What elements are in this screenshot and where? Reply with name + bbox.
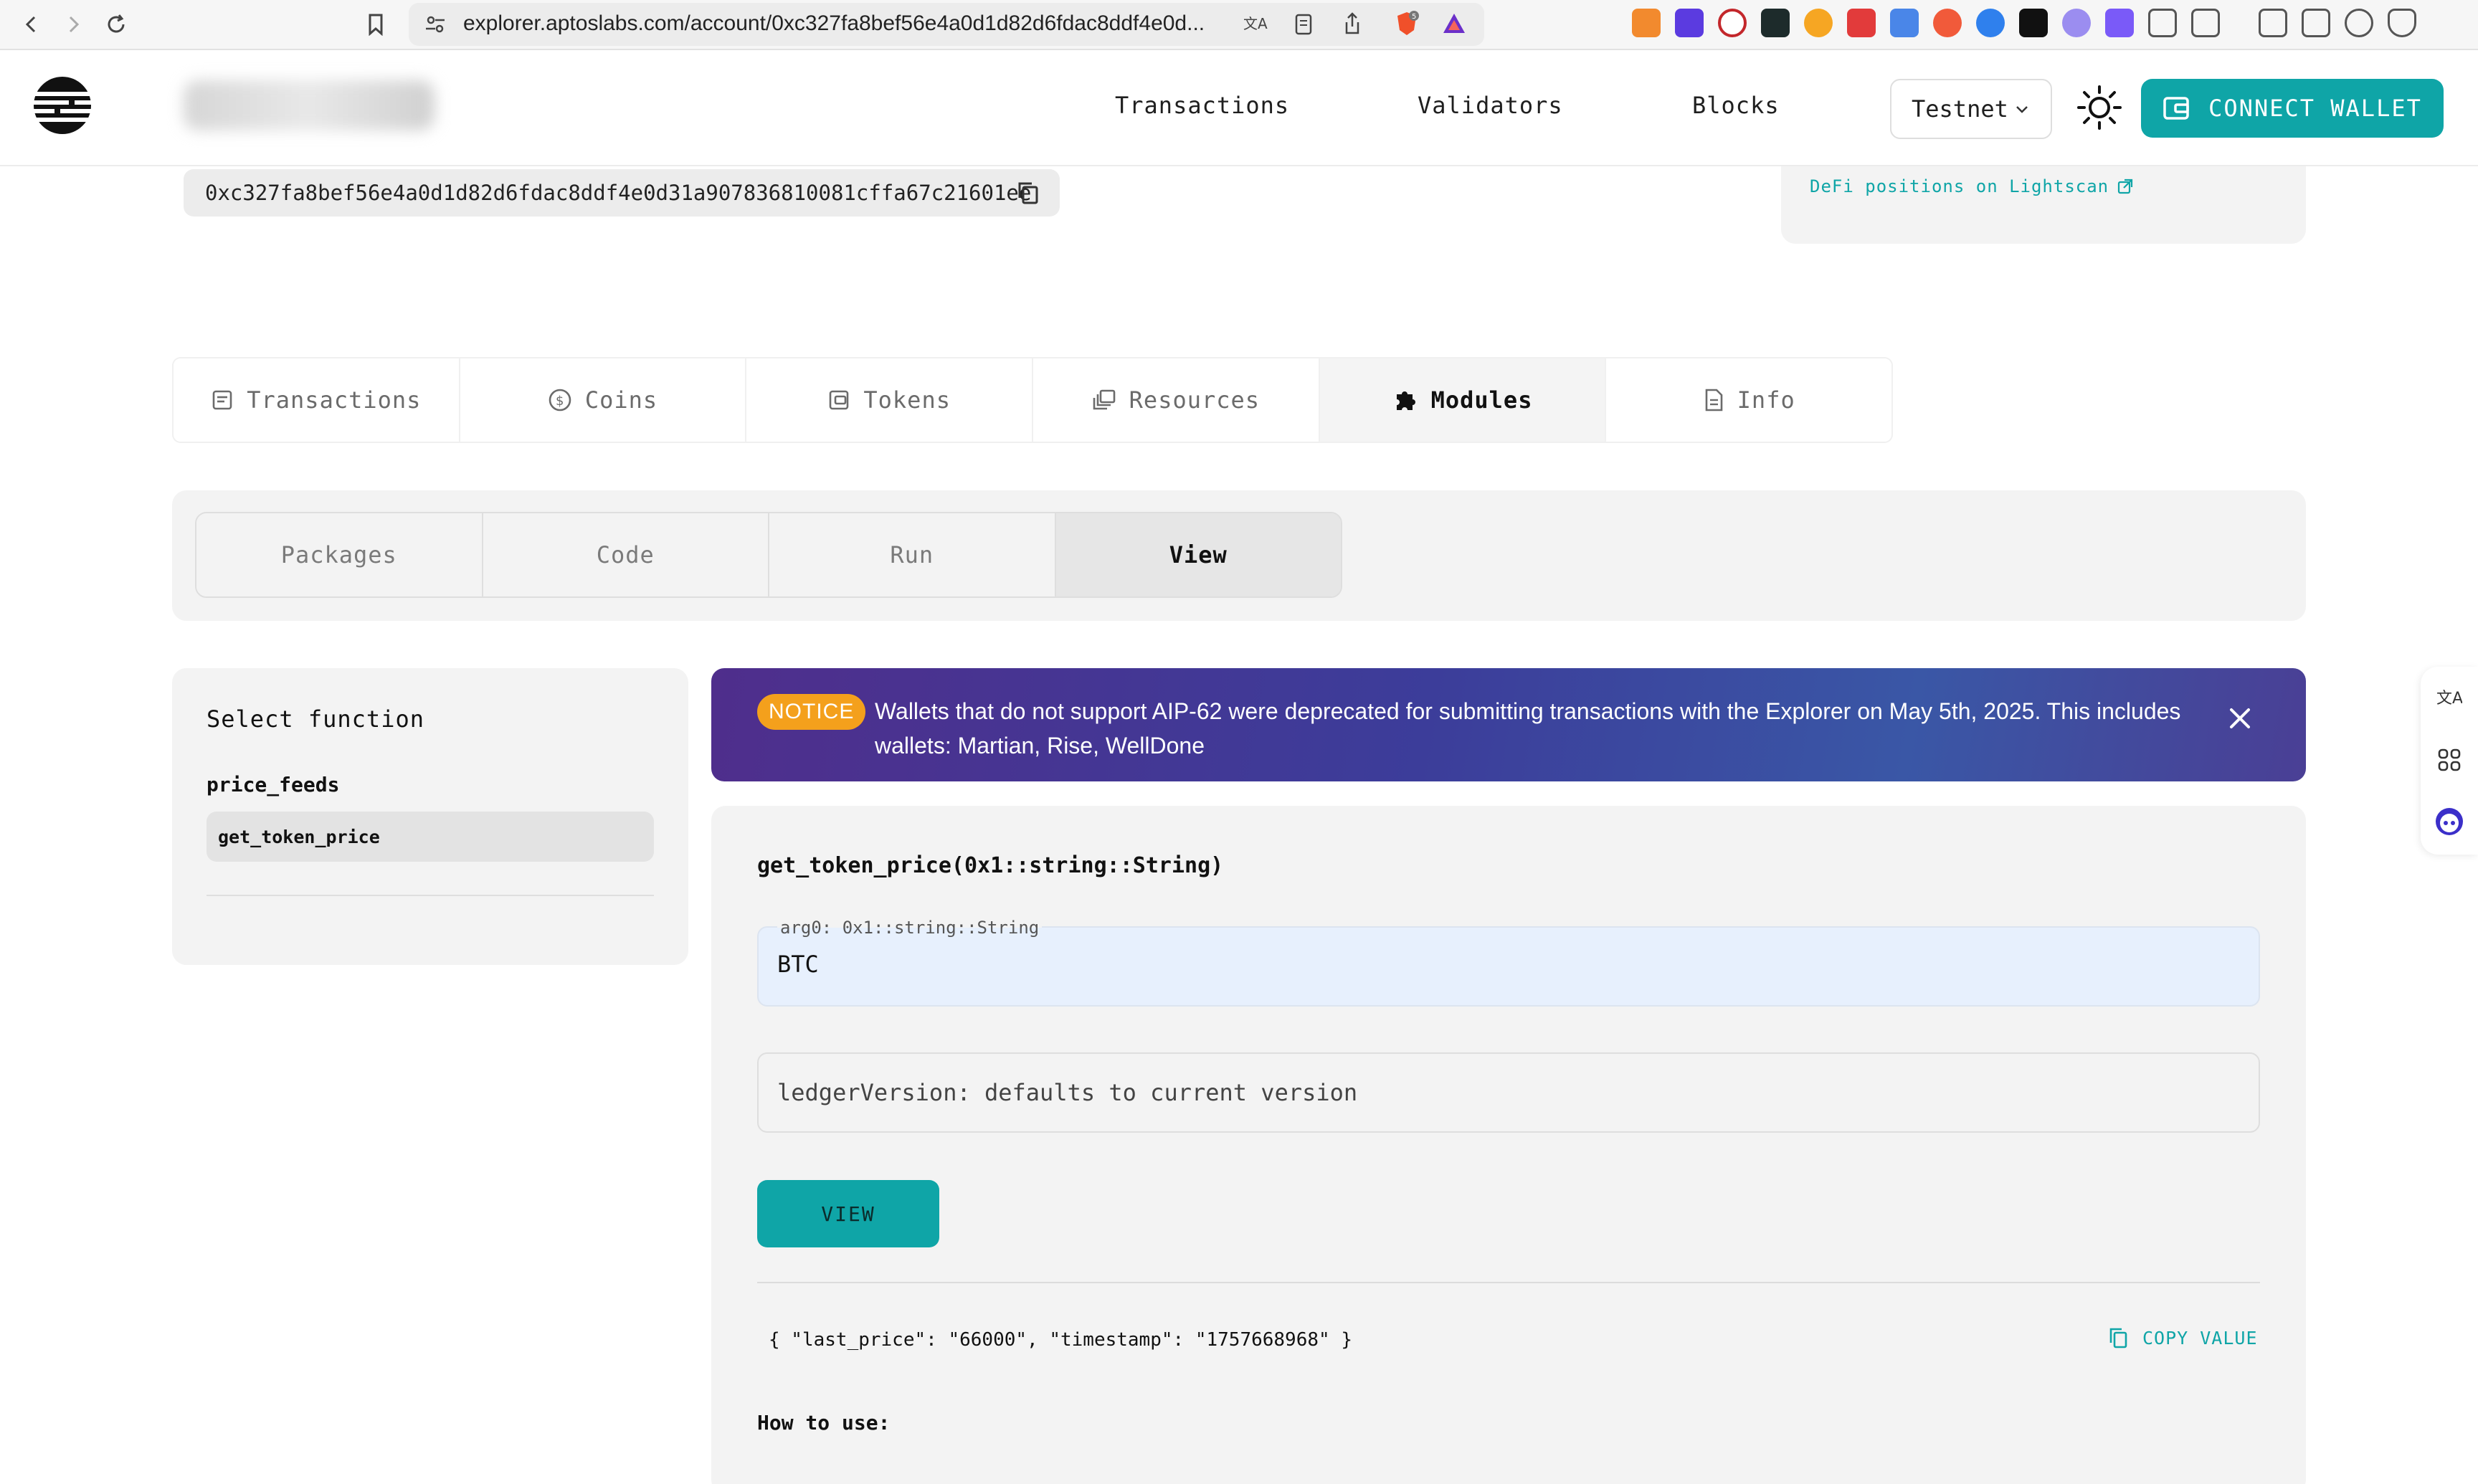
module-name: price_feeds xyxy=(206,773,340,796)
leo-ai-icon[interactable] xyxy=(2345,9,2373,37)
account-tabs: Transactions $ Coins Tokens Resources Mo… xyxy=(172,357,1893,443)
tab-info[interactable]: Info xyxy=(1606,358,1891,442)
brave-rewards-icon[interactable] xyxy=(1441,11,1467,36)
svg-text:文A: 文A xyxy=(2436,690,2462,708)
browser-toolbar: explorer.aptoslabs.com/account/0xc327fa8… xyxy=(0,0,2478,50)
subtab-packages[interactable]: Packages xyxy=(196,513,483,596)
extension-icon[interactable] xyxy=(1847,9,1876,37)
extension-icon[interactable] xyxy=(1933,9,1962,37)
puzzle-icon xyxy=(1396,391,1415,410)
address-bar[interactable]: explorer.aptoslabs.com/account/0xc327fa8… xyxy=(409,3,1484,46)
extension-icon[interactable] xyxy=(1761,9,1790,37)
resources-icon xyxy=(1093,389,1115,410)
close-icon[interactable] xyxy=(2226,704,2254,733)
view-function-panel: get_token_price(0x1::string::String) arg… xyxy=(711,806,2306,1484)
back-icon[interactable] xyxy=(14,7,49,42)
token-icon xyxy=(830,390,849,410)
document-icon xyxy=(1705,389,1722,412)
tab-tokens[interactable]: Tokens xyxy=(746,358,1034,442)
theme-toggle-sun-icon[interactable] xyxy=(2076,85,2122,130)
account-address: 0xc327fa8bef56e4a0d1d82d6fdac8ddf4e0d31a… xyxy=(184,169,1060,217)
wallet-icon[interactable] xyxy=(2302,9,2330,37)
ledger-version-input[interactable]: ledgerVersion: defaults to current versi… xyxy=(757,1052,2260,1133)
external-link-icon xyxy=(2118,179,2133,194)
url-text: explorer.aptoslabs.com/account/0xc327fa8… xyxy=(463,11,1205,35)
view-button[interactable]: VIEW xyxy=(757,1180,939,1247)
translate-icon[interactable]: 文A xyxy=(2434,682,2465,714)
nav-transactions[interactable]: Transactions xyxy=(1115,92,1289,119)
lightscan-link[interactable]: DeFi positions on Lightscan xyxy=(1810,176,2133,196)
reload-icon[interactable] xyxy=(99,7,133,42)
extension-icon[interactable] xyxy=(2191,9,2220,37)
extension-icon[interactable] xyxy=(1675,9,1704,37)
aptos-logo-icon[interactable] xyxy=(33,76,92,135)
notice-banner: NOTICE Wallets that do not support AIP-6… xyxy=(711,668,2306,781)
brave-shield-icon[interactable]: 5 xyxy=(1394,10,1420,37)
puzzle-extensions-icon[interactable] xyxy=(2148,9,2177,37)
function-selector-heading: Select function xyxy=(206,705,424,733)
module-subtabs-container: Packages Code Run View xyxy=(172,490,2306,621)
copy-value-button[interactable]: COPY VALUE xyxy=(2108,1326,2258,1349)
function-item-get-token-price[interactable]: get_token_price xyxy=(206,812,654,862)
divider xyxy=(206,895,654,896)
extension-icon[interactable] xyxy=(1976,9,2005,37)
arg0-label: arg0: 0x1::string::String xyxy=(777,918,1043,938)
subtab-run[interactable]: Run xyxy=(769,513,1056,596)
connect-wallet-button[interactable]: CONNECT WALLET xyxy=(2141,79,2444,138)
network-select[interactable]: Testnet xyxy=(1890,79,2052,139)
copy-icon xyxy=(2109,1328,2127,1349)
ledger-version-placeholder: ledgerVersion: defaults to current versi… xyxy=(777,1079,1358,1106)
floating-tool-rail: 文A xyxy=(2421,667,2478,855)
coin-icon: $ xyxy=(549,389,571,412)
function-selector-panel: Select function price_feeds get_token_pr… xyxy=(172,668,688,965)
forward-icon[interactable] xyxy=(56,7,90,42)
subtab-view[interactable]: View xyxy=(1055,513,1341,596)
tab-coins[interactable]: $ Coins xyxy=(460,358,747,442)
extension-icon[interactable] xyxy=(2019,9,2048,37)
nav-blocks[interactable]: Blocks xyxy=(1692,92,1780,119)
vpn-icon[interactable] xyxy=(2388,9,2416,37)
tab-modules[interactable]: Modules xyxy=(1319,358,1607,442)
notice-badge: NOTICE xyxy=(757,694,866,730)
bookmark-icon[interactable] xyxy=(359,7,393,42)
module-subtabs: Packages Code Run View xyxy=(195,512,1342,598)
function-signature: get_token_price(0x1::string::String) xyxy=(757,853,1224,878)
sidebar-icon[interactable] xyxy=(2259,9,2287,37)
apps-grid-icon[interactable] xyxy=(2434,744,2465,776)
extension-icon[interactable] xyxy=(1804,9,1833,37)
svg-text:文A: 文A xyxy=(1243,15,1268,32)
subtab-code[interactable]: Code xyxy=(483,513,769,596)
receipt-icon xyxy=(212,390,232,410)
extension-icon[interactable] xyxy=(1718,9,1747,37)
view-result: { "last_price": "66000", "timestamp": "1… xyxy=(769,1329,1352,1351)
address-text: 0xc327fa8bef56e4a0d1d82d6fdac8ddf4e0d31a… xyxy=(205,181,1032,205)
page-title-blurred xyxy=(184,80,435,130)
nav-validators[interactable]: Validators xyxy=(1418,92,1563,119)
reader-icon[interactable] xyxy=(1293,13,1314,36)
tab-transactions[interactable]: Transactions xyxy=(174,358,460,442)
connect-wallet-label: CONNECT WALLET xyxy=(2208,95,2422,122)
copy-icon[interactable] xyxy=(1017,181,1040,205)
how-to-use-heading: How to use: xyxy=(757,1411,891,1435)
network-label: Testnet xyxy=(1912,95,2008,123)
notice-message: Wallets that do not support AIP-62 were … xyxy=(875,698,2181,758)
tab-resources[interactable]: Resources xyxy=(1033,358,1320,442)
svg-text:5: 5 xyxy=(1412,13,1416,21)
translate-extension-icon[interactable] xyxy=(1890,9,1919,37)
svg-text:$: $ xyxy=(556,394,564,409)
app-header: Transactions Validators Blocks Testnet C… xyxy=(0,52,2478,166)
account-side-card: DeFi positions on Lightscan xyxy=(1781,166,2306,244)
chevron-down-icon xyxy=(2016,106,2028,113)
arg0-value: BTC xyxy=(777,951,819,978)
wallet-icon xyxy=(2163,97,2189,120)
metamask-icon[interactable] xyxy=(1632,9,1661,37)
extension-icon[interactable] xyxy=(2062,9,2091,37)
extension-icon[interactable] xyxy=(2105,9,2134,37)
share-icon[interactable] xyxy=(1342,11,1362,36)
arg0-input[interactable]: arg0: 0x1::string::String BTC xyxy=(757,918,2260,1007)
divider xyxy=(757,1282,2260,1283)
assistant-icon[interactable] xyxy=(2434,806,2465,837)
site-settings-icon[interactable] xyxy=(424,14,446,34)
translate-icon[interactable]: 文A xyxy=(1243,13,1268,36)
